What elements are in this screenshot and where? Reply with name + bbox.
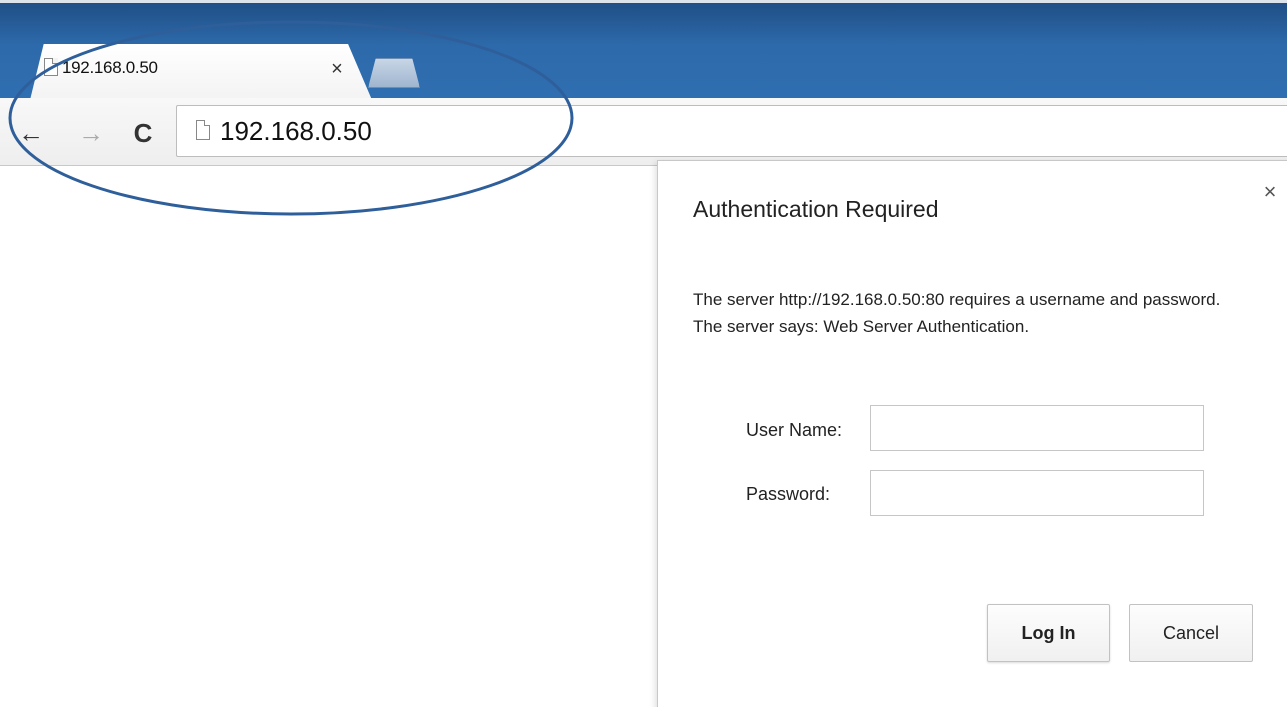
reload-icon[interactable]: C — [128, 118, 158, 148]
back-arrow-icon[interactable]: ← — [16, 118, 46, 148]
tab-title: 192.168.0.50 — [62, 58, 158, 77]
dialog-close-icon[interactable]: × — [1258, 180, 1282, 204]
new-tab-icon[interactable] — [368, 58, 420, 88]
username-label: User Name: — [746, 420, 843, 440]
login-button[interactable]: Log In — [987, 604, 1110, 662]
forward-arrow-icon[interactable]: → — [76, 118, 106, 148]
password-field[interactable] — [870, 470, 1204, 516]
dialog-title: Authentication Required — [693, 196, 939, 222]
cancel-button[interactable]: Cancel — [1129, 604, 1253, 662]
password-label: Password: — [746, 484, 831, 504]
tab-close-icon[interactable]: × — [326, 58, 348, 80]
page-icon — [44, 58, 58, 76]
page-icon — [196, 120, 210, 140]
address-bar-url[interactable]: 192.168.0.50 — [220, 116, 372, 147]
dialog-message: The server http://192.168.0.50:80 requir… — [693, 290, 1221, 336]
username-field[interactable] — [870, 405, 1204, 451]
